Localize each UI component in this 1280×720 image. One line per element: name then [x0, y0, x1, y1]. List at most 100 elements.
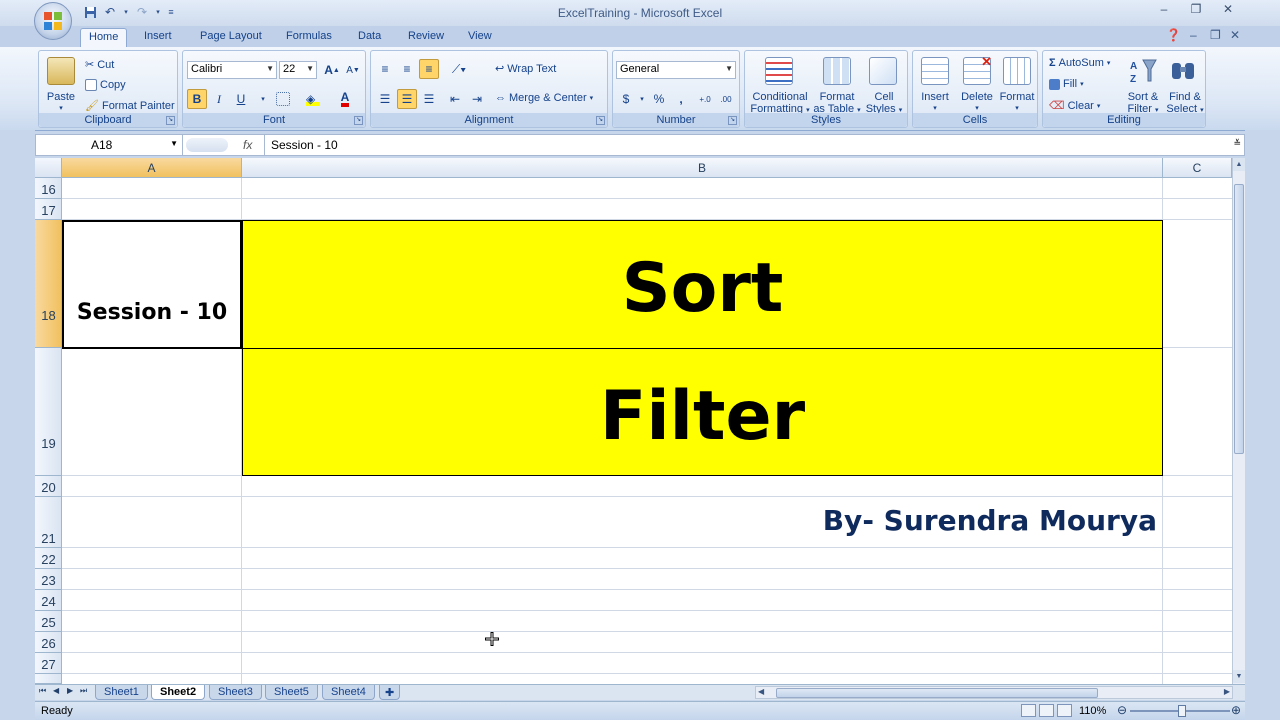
zoom-in-icon[interactable]: ⊕ — [1231, 703, 1241, 717]
next-sheet-icon[interactable]: ▶ — [67, 686, 73, 695]
horizontal-scroll-thumb[interactable] — [776, 688, 1098, 698]
font-color-button[interactable]: A — [335, 89, 355, 109]
row-header-26[interactable]: 26 — [35, 632, 62, 653]
tab-insert[interactable]: Insert — [136, 28, 180, 48]
row-header-25[interactable]: 25 — [35, 611, 62, 632]
scroll-up-icon[interactable]: ▲ — [1233, 158, 1245, 171]
cell-b21[interactable]: By- Surendra Mourya — [685, 504, 1157, 537]
bold-button[interactable]: B — [187, 89, 207, 109]
insert-sheet-icon[interactable]: ✚ — [379, 685, 401, 700]
workbook-close-icon[interactable]: ✕ — [1230, 28, 1240, 42]
shrink-font-button[interactable]: A ▼ — [343, 60, 363, 80]
column-header-a[interactable]: A — [62, 158, 242, 178]
zoom-slider-thumb[interactable] — [1178, 705, 1186, 717]
row-header-17[interactable]: 17 — [35, 199, 62, 220]
row-header-19[interactable]: 19 — [35, 348, 62, 476]
scroll-right-icon[interactable]: ▶ — [1224, 687, 1230, 696]
scroll-left-icon[interactable]: ◀ — [758, 687, 764, 696]
tab-home[interactable]: Home — [80, 28, 128, 48]
minimize-button[interactable]: – — [1150, 2, 1178, 20]
font-name-combo[interactable]: Calibri ▼ — [187, 61, 277, 79]
borders-button[interactable] — [273, 89, 293, 109]
decrease-indent-icon[interactable]: ⇤ — [445, 89, 465, 109]
align-middle-icon[interactable]: ≡ — [397, 59, 417, 79]
insert-cells-button[interactable]: Insert ▾ — [913, 91, 957, 115]
underline-button[interactable]: U — [231, 89, 251, 109]
tab-data[interactable]: Data — [350, 28, 389, 48]
italic-button[interactable]: I — [209, 89, 229, 109]
align-center-icon[interactable]: ☰ — [397, 89, 417, 109]
font-size-combo[interactable]: 22 ▼ — [279, 61, 317, 79]
row-header-21[interactable]: 21 — [35, 497, 62, 548]
column-header-b[interactable]: B — [242, 158, 1163, 178]
cell-b19[interactable]: Filter — [242, 348, 1163, 476]
alignment-launcher-icon[interactable]: ↘ — [596, 116, 605, 125]
zoom-out-icon[interactable]: ⊖ — [1117, 703, 1127, 717]
name-box[interactable]: A18 ▼ — [36, 135, 183, 155]
tab-view[interactable]: View — [460, 28, 500, 48]
row-header-28[interactable] — [35, 674, 62, 684]
wrap-text-button[interactable]: ↩ Wrap Text — [495, 62, 556, 76]
ribbon-minimize-icon[interactable]: – — [1190, 28, 1197, 42]
merge-center-button[interactable]: ⇔ Merge & Center ▾ — [495, 92, 593, 104]
expand-formula-bar-icon[interactable]: ≚ — [1233, 138, 1241, 149]
font-launcher-icon[interactable]: ↘ — [354, 116, 363, 125]
zoom-level[interactable]: 110% — [1079, 705, 1106, 717]
sheet-tab-sheet4[interactable]: Sheet4 — [322, 685, 375, 700]
number-format-combo[interactable]: General ▼ — [616, 61, 736, 79]
row-header-16[interactable]: 16 — [35, 178, 62, 199]
format-cells-button[interactable]: Format ▾ — [995, 91, 1039, 115]
clipboard-launcher-icon[interactable]: ↘ — [166, 116, 175, 125]
select-all-button[interactable] — [35, 158, 62, 178]
fill-color-button[interactable]: ◈ — [303, 89, 323, 109]
clear-button[interactable]: ⌫ Clear ▾ — [1049, 99, 1100, 113]
last-sheet-icon[interactable]: ⏭ — [80, 686, 87, 696]
restore-button[interactable]: ❐ — [1182, 2, 1210, 20]
tab-page-layout[interactable]: Page Layout — [192, 28, 270, 48]
row-header-18[interactable]: 18 — [35, 220, 62, 348]
page-layout-view-icon[interactable] — [1039, 704, 1054, 717]
align-left-icon[interactable]: ☰ — [375, 89, 395, 109]
number-launcher-icon[interactable]: ↘ — [728, 116, 737, 125]
help-icon[interactable]: ❓ — [1166, 28, 1181, 42]
increase-indent-icon[interactable]: ⇥ — [467, 89, 487, 109]
row-header-23[interactable]: 23 — [35, 569, 62, 590]
vertical-scrollbar[interactable]: ▲ ▼ — [1232, 158, 1245, 684]
align-right-icon[interactable]: ☰ — [419, 89, 439, 109]
increase-decimal-button[interactable]: +.0 — [695, 89, 715, 109]
normal-view-icon[interactable] — [1021, 704, 1036, 717]
sheet-tab-sheet1[interactable]: Sheet1 — [95, 685, 148, 700]
scroll-down-icon[interactable]: ▼ — [1233, 670, 1245, 683]
workbook-restore-icon[interactable]: ❐ — [1210, 28, 1221, 42]
underline-dropdown-icon[interactable]: ▾ — [253, 89, 273, 109]
row-header-20[interactable]: 20 — [35, 476, 62, 497]
horizontal-scrollbar[interactable]: ◀ ▶ — [755, 686, 1233, 699]
close-button[interactable]: ✕ — [1214, 2, 1242, 20]
row-header-27[interactable]: 27 — [35, 653, 62, 674]
sheet-tab-sheet3[interactable]: Sheet3 — [209, 685, 262, 700]
column-header-c[interactable]: C — [1163, 158, 1232, 178]
formula-input[interactable]: Session - 10 — [264, 135, 1244, 155]
decrease-decimal-button[interactable]: .00 — [716, 89, 736, 109]
grow-font-button[interactable]: A ▲ — [322, 60, 342, 80]
row-header-24[interactable]: 24 — [35, 590, 62, 611]
tab-review[interactable]: Review — [400, 28, 452, 48]
delete-cells-button[interactable]: Delete ▾ — [955, 91, 999, 115]
cut-button[interactable]: ✂ Cut — [85, 58, 114, 72]
first-sheet-icon[interactable]: ⏮ — [39, 686, 46, 696]
cell-a18[interactable]: Session - 10 — [62, 220, 242, 349]
office-button[interactable] — [34, 2, 72, 40]
page-break-view-icon[interactable] — [1057, 704, 1072, 717]
fill-button[interactable]: Fill ▾ — [1049, 78, 1084, 90]
copy-button[interactable]: Copy — [85, 79, 126, 91]
comma-button[interactable]: , — [671, 89, 691, 109]
insert-function-button[interactable]: fx — [243, 138, 252, 152]
tab-formulas[interactable]: Formulas — [278, 28, 340, 48]
autosum-button[interactable]: Σ AutoSum ▾ — [1049, 57, 1110, 69]
format-painter-button[interactable]: 🖌 Format Painter — [85, 99, 175, 113]
paste-button[interactable]: Paste — [41, 91, 81, 103]
row-header-22[interactable]: 22 — [35, 548, 62, 569]
percent-button[interactable]: % — [649, 89, 669, 109]
prev-sheet-icon[interactable]: ◀ — [53, 686, 59, 695]
cell-b18[interactable]: Sort — [242, 220, 1163, 349]
